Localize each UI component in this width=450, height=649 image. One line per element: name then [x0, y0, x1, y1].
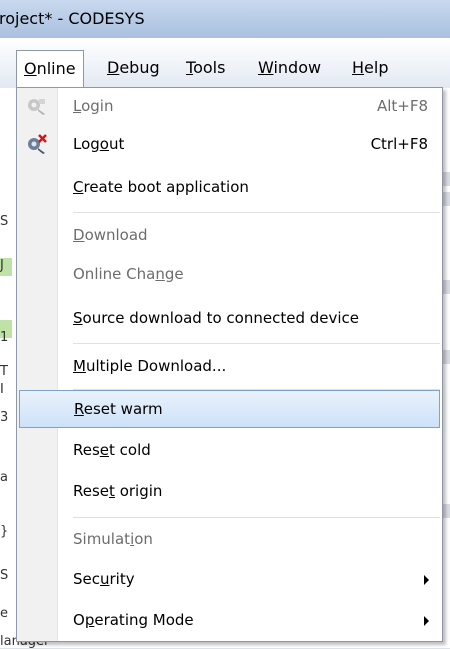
menu-item-label: Security — [73, 570, 135, 588]
menu-debug[interactable]: Debug — [107, 58, 160, 77]
menu-item-reset-cold[interactable]: Reset cold — [19, 432, 440, 470]
menu-item-online-change[interactable]: Online Change — [19, 256, 440, 294]
menu-item-label: Simulation — [73, 530, 153, 548]
bg-fragment: 1 — [0, 330, 9, 345]
menu-item-label: Reset warm — [74, 400, 163, 418]
menu-item-label: Download — [73, 226, 148, 244]
online-dropdown-menu: Login Alt+F8 Logout Ctrl+F8 Create boot … — [16, 87, 443, 642]
bg-fragment: S — [0, 214, 9, 229]
login-icon — [28, 99, 45, 115]
menu-item-label: Create boot application — [73, 178, 249, 196]
menu-item-label: Reset cold — [73, 441, 151, 459]
menu-online-label: Online — [24, 59, 76, 78]
menu-item-operating-mode[interactable]: Operating Mode — [19, 602, 440, 640]
menu-window-label: Window — [258, 58, 322, 77]
window-title: roject* - CODESYS — [0, 9, 145, 28]
bg-fragment: e — [0, 606, 8, 621]
bg-fragment: T — [0, 364, 8, 379]
menu-item-multiple-download[interactable]: Multiple Download... — [19, 348, 440, 386]
menu-bar: Online Debug Tools Window Help — [0, 38, 450, 89]
menu-help-label: Help — [352, 58, 389, 77]
menu-item-login[interactable]: Login Alt+F8 — [19, 88, 440, 126]
menu-item-reset-warm[interactable]: Reset warm — [19, 390, 440, 428]
menu-help[interactable]: Help — [352, 58, 388, 77]
bg-fragment: a — [0, 470, 8, 485]
menu-item-logout[interactable]: Logout Ctrl+F8 — [19, 126, 440, 164]
menu-item-label: Reset origin — [73, 482, 163, 500]
submenu-arrow-icon — [424, 616, 429, 626]
menu-item-label: Source download to connected device — [73, 309, 360, 327]
menu-item-shortcut: Ctrl+F8 — [370, 135, 428, 153]
bg-fragment: } — [0, 524, 9, 539]
logout-icon — [28, 134, 47, 154]
menu-window[interactable]: Window — [258, 58, 321, 77]
menu-online[interactable]: Online — [16, 50, 84, 88]
menu-item-reset-origin[interactable]: Reset origin — [19, 473, 440, 511]
bg-fragment: 3 — [0, 410, 9, 425]
menu-item-label: Login — [73, 97, 114, 115]
submenu-arrow-icon — [424, 575, 429, 585]
menu-tools[interactable]: Tools — [186, 58, 225, 77]
menu-separator — [73, 517, 440, 519]
menu-separator — [73, 343, 440, 345]
bg-fragment: S — [0, 568, 9, 583]
bg-fragment: J — [0, 258, 4, 273]
menu-item-source-download[interactable]: Source download to connected device — [19, 300, 440, 338]
menu-item-security[interactable]: Security — [19, 561, 440, 599]
menu-item-simulation[interactable]: Simulation — [19, 521, 440, 559]
bg-fragment: I — [0, 382, 4, 397]
menu-tools-label: Tools — [186, 58, 226, 77]
title-bar: roject* - CODESYS — [0, 0, 450, 38]
menu-debug-label: Debug — [107, 58, 160, 77]
menu-item-label: Logout — [73, 135, 125, 153]
menu-item-create-boot-application[interactable]: Create boot application — [19, 169, 440, 207]
menu-item-shortcut: Alt+F8 — [376, 97, 428, 115]
menu-separator — [73, 212, 440, 214]
menu-item-label: Online Change — [73, 265, 184, 283]
menu-item-label: Multiple Download... — [73, 357, 227, 375]
menu-item-download[interactable]: Download — [19, 217, 440, 255]
menu-item-label: Operating Mode — [73, 611, 194, 629]
